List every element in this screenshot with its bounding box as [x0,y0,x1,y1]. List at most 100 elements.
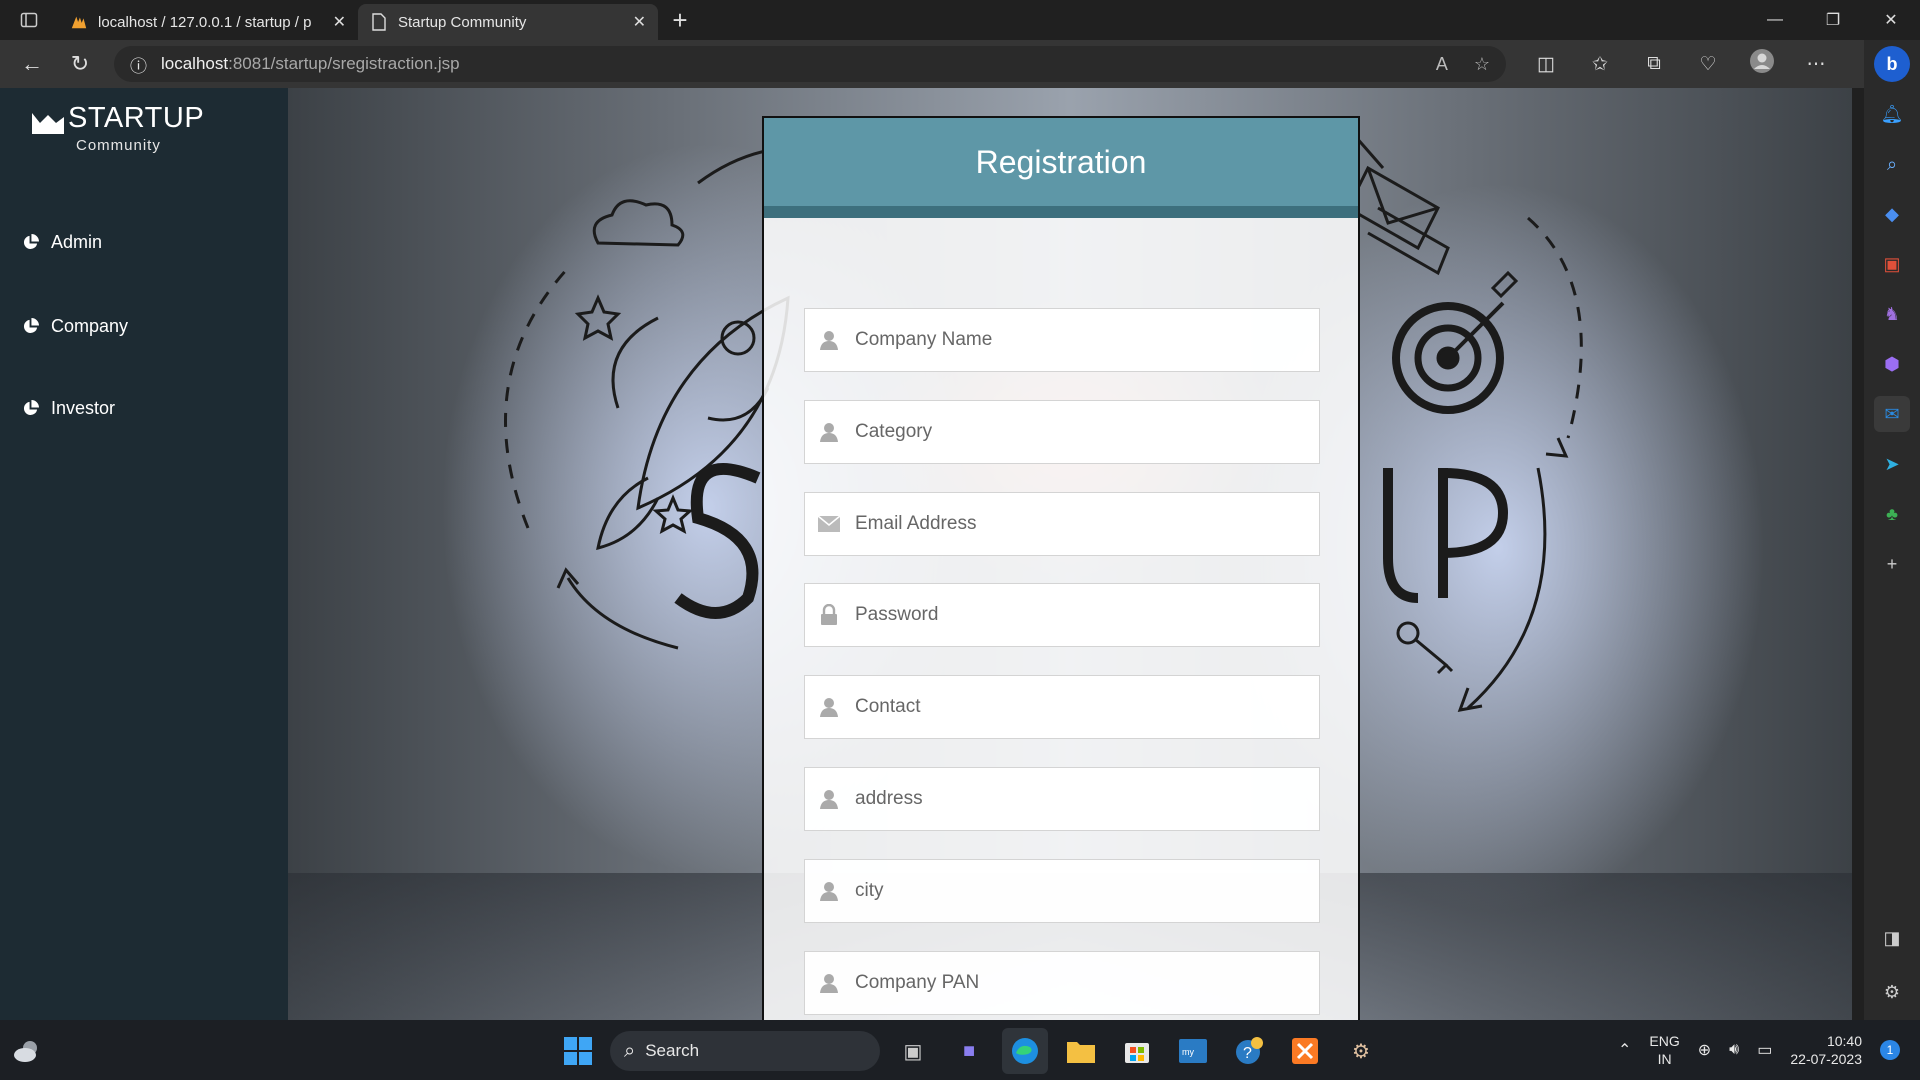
edge-sidebar: b 🔔︎ ⌕ ◆ ▣ ♞ ⬢ ✉ ➤ ♣ + ◨ ⚙ [1864,40,1920,1020]
search-icon: ⌕ [624,1039,636,1062]
shopping-tag-icon[interactable]: ◆ [1874,196,1910,232]
tab-actions-icon[interactable] [0,0,58,40]
pie-chart-icon [23,318,39,334]
settings-icon[interactable]: ⚙ [1874,974,1910,1010]
more-options-icon[interactable]: ⋯ [1798,53,1834,76]
teams-chat-icon[interactable]: ■ [946,1028,992,1074]
windows-start-icon[interactable] [556,1029,600,1073]
profile-avatar-icon[interactable] [1744,48,1780,80]
address-input[interactable] [855,788,1295,810]
password-input[interactable] [855,604,1295,626]
tree-icon[interactable]: ♣ [1874,496,1910,532]
weather-icon[interactable] [12,1036,42,1066]
copilot-icon[interactable]: b [1874,46,1910,82]
browser-tab-active[interactable]: Startup Community ✕ [358,4,658,40]
bell-icon[interactable]: 🔔︎ [1874,96,1910,132]
web-page: STARTUP Community Admin Company Investor [0,88,1864,1020]
collections-icon[interactable]: ⧉ [1636,53,1672,75]
browser-tab[interactable]: localhost / 127.0.0.1 / startup / p ✕ [58,4,358,40]
tools-icon[interactable]: ▣ [1874,246,1910,282]
xampp-icon[interactable] [1282,1028,1328,1074]
envelope-icon [817,512,841,536]
email-field[interactable] [804,492,1320,556]
sidebar-item-company[interactable]: Company [22,316,128,337]
taskbar-search[interactable]: ⌕ Search [610,1031,880,1071]
games-icon[interactable]: ♞ [1874,296,1910,332]
minimize-icon[interactable]: — [1746,0,1804,40]
password-field[interactable] [804,583,1320,647]
taskbar-search-label: Search [645,1041,700,1060]
tab-title: Startup Community [398,13,527,31]
pie-chart-icon [23,400,39,416]
battery-icon[interactable]: ▭ [1757,1040,1772,1060]
city-field[interactable] [804,859,1320,923]
edge-browser-icon[interactable] [1002,1028,1048,1074]
email-input[interactable] [855,513,1295,535]
performance-icon[interactable]: ♡ [1690,53,1726,76]
browser-toolbar: ◫ ✩ ⧉ ♡ ⋯ [1528,48,1834,80]
settings-gear-icon[interactable]: ⚙ [1338,1028,1384,1074]
favorite-star-icon[interactable]: ☆ [1474,54,1490,75]
svg-text:?: ? [1243,1045,1252,1062]
sidebar-item-label: Company [51,316,129,336]
brand-logo-icon [32,113,64,134]
contact-input[interactable] [855,696,1295,718]
phpmyadmin-icon [70,13,88,31]
close-window-icon[interactable]: ✕ [1862,0,1920,40]
company-pan-input[interactable] [855,972,1295,994]
microsoft-store-icon[interactable] [1114,1028,1160,1074]
user-icon [817,879,841,903]
read-aloud-icon[interactable]: A [1436,54,1448,75]
new-tab-icon[interactable]: + [658,5,702,36]
category-input[interactable] [855,421,1295,443]
pie-chart-icon [23,234,39,250]
send-icon[interactable]: ➤ [1874,446,1910,482]
help-icon[interactable]: ? [1226,1028,1272,1074]
refresh-icon[interactable]: ↻ [60,44,100,84]
clock[interactable]: 10:40 22-07-2023 [1790,1032,1862,1068]
site-info-icon[interactable]: ⓘ [130,52,147,77]
close-icon[interactable]: ✕ [333,12,346,32]
favorites-icon[interactable]: ✩ [1582,53,1618,76]
browser-tab-bar: localhost / 127.0.0.1 / startup / p ✕ St… [0,0,1920,40]
add-icon[interactable]: + [1874,546,1910,582]
url-input[interactable]: ⓘ localhost:8081/startup/sregistraction.… [114,46,1506,82]
registration-header: Registration [764,118,1358,218]
office-icon[interactable]: ⬢ [1874,346,1910,382]
outlook-icon[interactable]: ✉ [1874,396,1910,432]
user-icon [817,787,841,811]
svg-text:my: my [1182,1047,1194,1057]
brand-subtitle: Community [76,137,161,154]
sidebar-toggle-icon[interactable]: ◨ [1874,920,1910,956]
split-screen-icon[interactable]: ◫ [1528,53,1564,76]
restore-icon[interactable]: ❐ [1804,0,1862,40]
contact-field[interactable] [804,675,1320,739]
language-indicator[interactable]: ENG IN [1649,1032,1679,1068]
sidebar-item-investor[interactable]: Investor [22,398,115,419]
mysql-workbench-icon[interactable]: my [1170,1028,1216,1074]
task-view-icon[interactable]: ▣ [890,1028,936,1074]
network-icon[interactable]: ⊕ [1698,1040,1711,1060]
close-icon[interactable]: ✕ [633,12,646,32]
url-path: :8081/startup/sregistraction.jsp [228,54,460,73]
windows-taskbar: ⌕ Search ▣ ■ my ? ⚙ ⌃ ENG IN ⊕ 🔊︎ ▭ 10:4… [0,1020,1920,1080]
volume-icon[interactable]: 🔊︎ [1729,1041,1739,1059]
address-field[interactable] [804,767,1320,831]
search-icon[interactable]: ⌕ [1874,146,1910,182]
chevron-up-icon[interactable]: ⌃ [1618,1040,1631,1060]
registration-form: Registration [762,116,1360,1020]
company-name-input[interactable] [855,329,1295,351]
taskbar-apps: ⌕ Search ▣ ■ my ? ⚙ [556,1028,1384,1074]
company-name-field[interactable] [804,308,1320,372]
sidebar-item-label: Admin [51,232,103,252]
window-controls: — ❐ ✕ [1746,0,1920,40]
city-input[interactable] [855,880,1295,902]
file-explorer-icon[interactable] [1058,1028,1104,1074]
sidebar-item-admin[interactable]: Admin [22,232,102,253]
back-icon[interactable]: ← [12,44,52,84]
category-field[interactable] [804,400,1320,464]
sidebar-item-label: Investor [51,398,116,418]
brand[interactable]: STARTUP Community [30,102,204,154]
notification-badge[interactable]: 1 [1880,1040,1900,1060]
company-pan-field[interactable] [804,951,1320,1015]
